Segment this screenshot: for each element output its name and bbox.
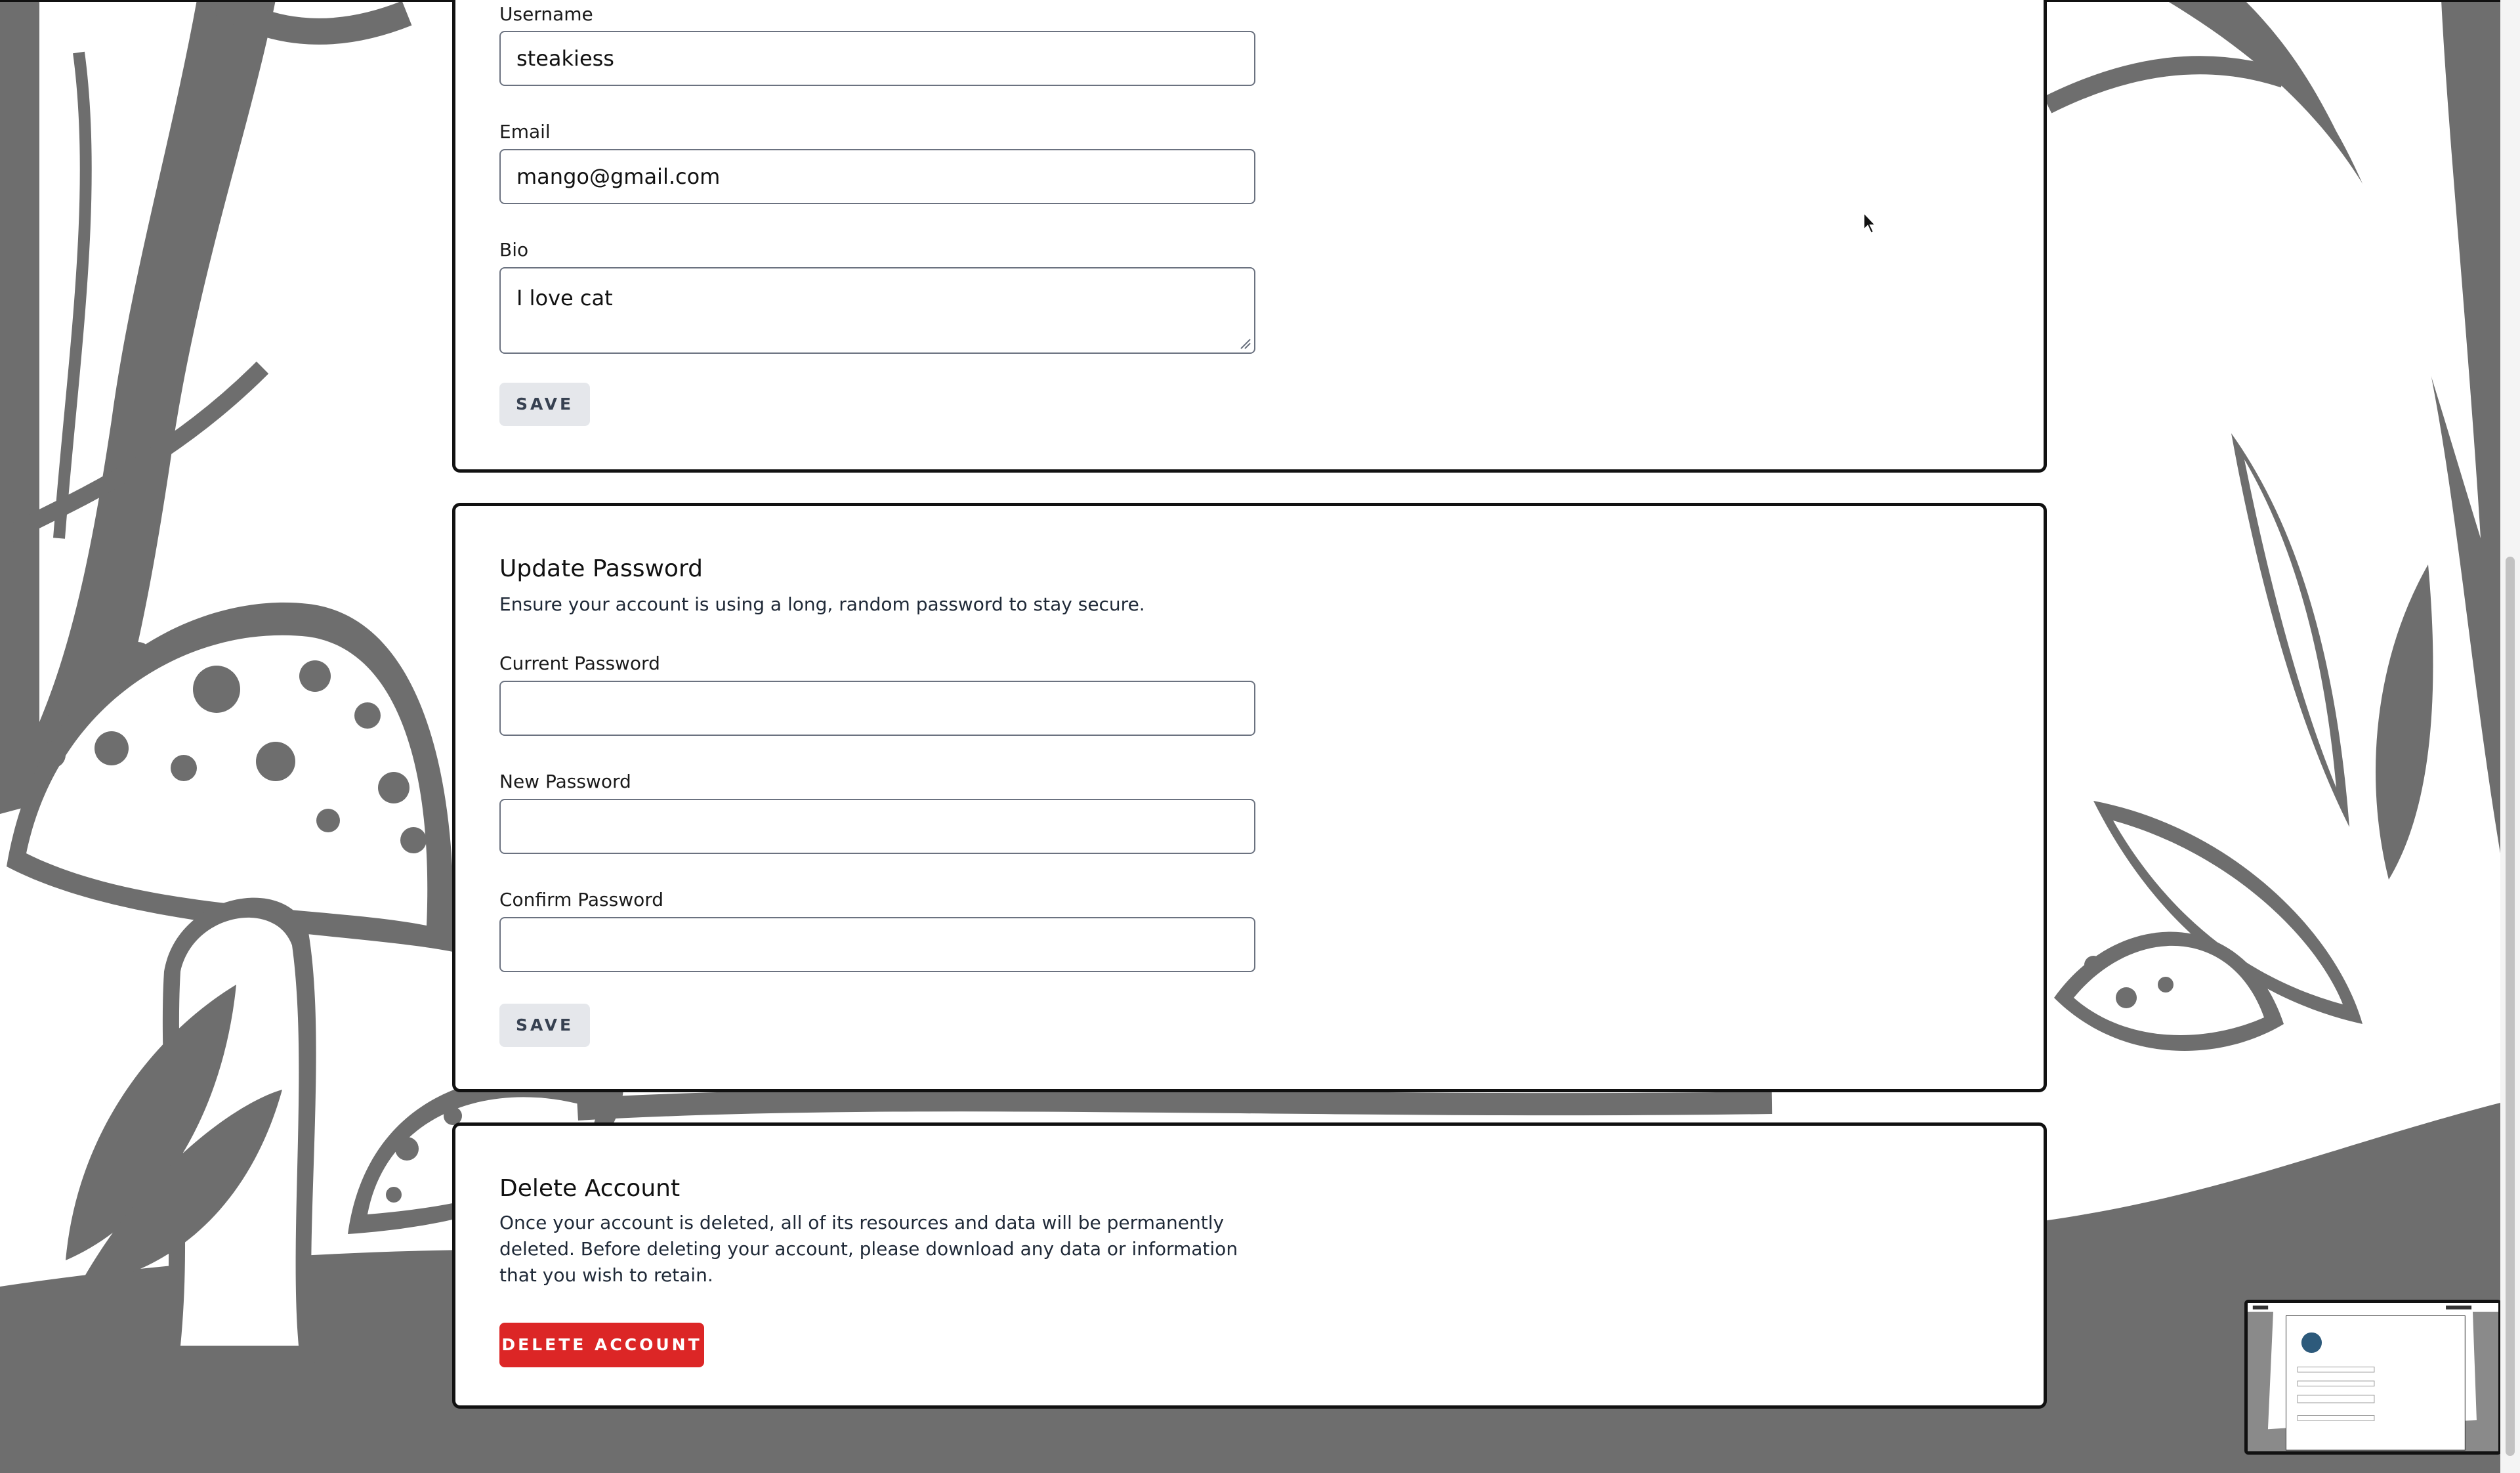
mouse-pointer-icon: [1863, 211, 1878, 234]
confirm-password-input[interactable]: [499, 917, 1255, 972]
new-password-input[interactable]: [499, 799, 1255, 854]
update-password-description: Ensure your account is using a long, ran…: [499, 593, 1145, 615]
delete-account-description: Once your account is deleted, all of its…: [499, 1212, 1238, 1286]
delete-account-button[interactable]: DELETE ACCOUNT: [499, 1323, 704, 1367]
delete-account-card: Delete Account Once your account is dele…: [452, 1122, 2047, 1409]
resize-grip-icon[interactable]: [1237, 335, 1251, 350]
vertical-scrollbar[interactable]: [2500, 0, 2520, 1473]
confirm-password-label: Confirm Password: [499, 889, 664, 910]
username-label: Username: [499, 3, 593, 25]
email-input[interactable]: mango@gmail.com: [499, 149, 1255, 204]
bio-textarea[interactable]: I love cat: [499, 267, 1255, 354]
page-thumbnail-preview[interactable]: [2244, 1300, 2502, 1455]
current-password-label: Current Password: [499, 652, 660, 674]
delete-account-title: Delete Account: [499, 1175, 681, 1202]
bio-label: Bio: [499, 239, 529, 261]
new-password-label: New Password: [499, 771, 631, 792]
save-profile-button[interactable]: SAVE: [499, 383, 590, 426]
username-input[interactable]: steakiess: [499, 31, 1255, 86]
profile-information-card: Username steakiess Email mango@gmail.com…: [452, 0, 2047, 473]
bio-text: I love cat: [516, 286, 613, 310]
scrollbar-thumb[interactable]: [2506, 557, 2515, 1456]
current-password-input[interactable]: [499, 681, 1255, 736]
page-thumbnail-image: [2248, 1303, 2498, 1451]
save-password-button[interactable]: SAVE: [499, 1004, 590, 1047]
page: Username steakiess Email mango@gmail.com…: [0, 0, 2520, 1473]
update-password-card: Update Password Ensure your account is u…: [452, 503, 2047, 1092]
update-password-title: Update Password: [499, 555, 703, 582]
email-label: Email: [499, 121, 551, 142]
